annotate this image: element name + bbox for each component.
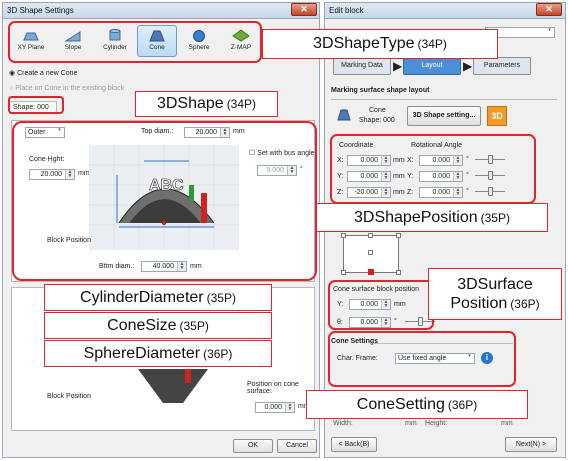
radio-create-new[interactable]: ◉ Create a new Cone	[9, 69, 77, 77]
height-unit: mm	[501, 420, 513, 427]
shape-highlight	[8, 96, 64, 114]
width-label: Width:	[333, 420, 353, 427]
step-arrow-2: ▶	[463, 59, 473, 73]
surface-position-highlight	[328, 280, 434, 330]
back-button[interactable]: < Back(B)	[331, 437, 377, 452]
window-title: 3D Shape Settings	[7, 6, 74, 15]
cone-shape-number: Shape: 000	[359, 117, 395, 124]
callout-shape: 3DShape (34P)	[135, 91, 278, 117]
callout-cone-setting: ConeSetting (36P)	[306, 390, 528, 419]
cone-size-highlight	[12, 121, 317, 281]
callout-shape-position: 3DShapePosition (35P)	[316, 203, 548, 232]
shape-position-highlight	[330, 134, 536, 204]
edit-block-title: Edit block	[329, 6, 364, 15]
cone-shape-icon	[337, 109, 351, 121]
cancel-button[interactable]: Cancel	[277, 439, 317, 453]
edit-block-titlebar: Edit block	[325, 3, 565, 19]
block-position-selector[interactable]	[341, 233, 401, 275]
section-title: Marking surface shape layout	[331, 87, 430, 94]
cone-setting-highlight	[328, 331, 516, 387]
left-close-button[interactable]: ✕	[291, 3, 317, 16]
block-position-label-2: Block Position	[47, 393, 91, 400]
width-unit: mm	[405, 420, 417, 427]
shape-settings-titlebar: 3D Shape Settings	[3, 3, 319, 19]
step-marking-data[interactable]: Marking Data	[333, 57, 391, 75]
height-label: Height:	[425, 420, 448, 427]
callout-shape-type: 3DShapeType (34P)	[262, 29, 498, 59]
cone-label: Cone	[369, 107, 386, 114]
ok-button[interactable]: OK	[233, 439, 273, 453]
position-on-cone-input[interactable]: 0.000 ▲ ▼	[255, 402, 295, 413]
right-close-button[interactable]: ✕	[536, 3, 562, 16]
cone-position-illustration	[138, 369, 208, 403]
shape-setting-button[interactable]: 3D Shape setting...	[407, 106, 481, 126]
badge-3d-icon[interactable]: 3D	[487, 106, 507, 126]
callout-surface-position: 3DSurface Position (36P)	[428, 268, 562, 320]
step-arrow-1: ▶	[393, 59, 403, 73]
position-on-cone-label: Position on cone surface:	[247, 381, 299, 395]
step-parameters[interactable]: Parameters	[473, 57, 531, 75]
callout-sphere-diameter: SphereDiameter (36P)	[44, 340, 272, 367]
radio-place-existing[interactable]: ○ Place on Cone in the existing block	[9, 85, 124, 92]
step-layout[interactable]: Layout	[403, 57, 461, 75]
callout-cylinder-diameter: CylinderDiameter (35P)	[44, 284, 272, 311]
selected-anchor	[368, 269, 374, 275]
next-button[interactable]: Next(N) >	[505, 437, 557, 452]
callout-cone-size: ConeSize (35P)	[44, 312, 272, 339]
shape-type-highlight	[8, 21, 262, 63]
